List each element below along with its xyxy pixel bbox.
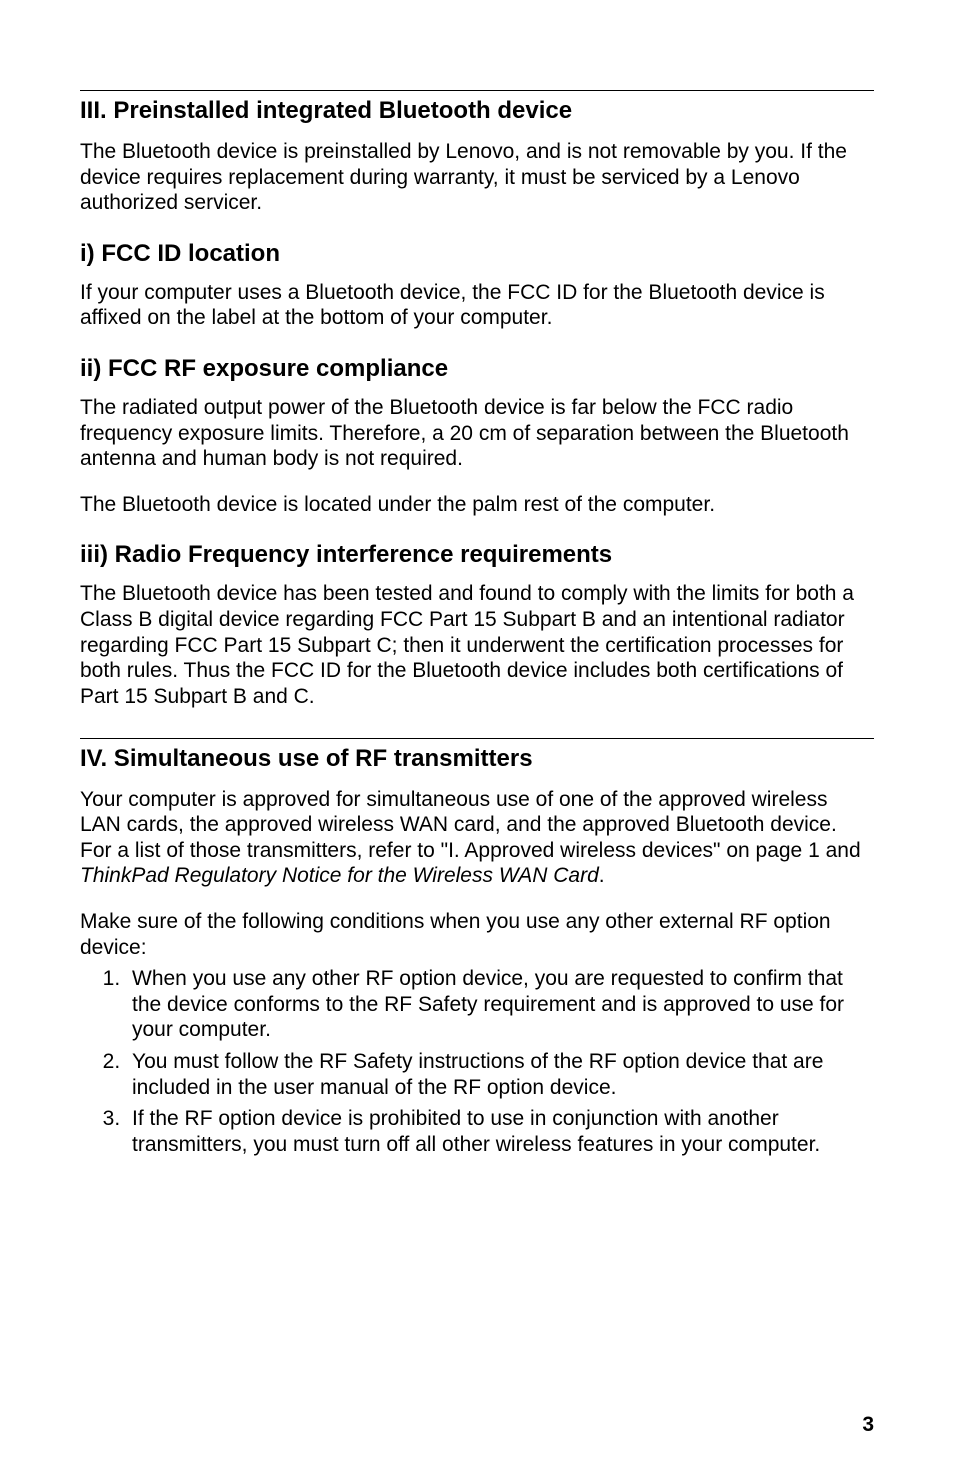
sub-iii-heading: iii) Radio Frequency interference requir…: [80, 541, 874, 569]
section-4-para-2: Make sure of the following conditions wh…: [80, 909, 874, 960]
sub-i-heading: i) FCC ID location: [80, 240, 874, 268]
sub-i-para: If your computer uses a Bluetooth device…: [80, 280, 874, 331]
list-item: If the RF option device is prohibited to…: [126, 1106, 874, 1157]
sub-ii-para-2: The Bluetooth device is located under th…: [80, 492, 874, 518]
sub-iii-para: The Bluetooth device has been tested and…: [80, 581, 874, 709]
conditions-list: When you use any other RF option device,…: [80, 966, 874, 1157]
page-number: 3: [862, 1413, 874, 1437]
sub-ii-para-1: The radiated output power of the Bluetoo…: [80, 395, 874, 472]
text-run: .: [599, 864, 605, 887]
italic-title: ThinkPad Regulatory Notice for the Wirel…: [80, 864, 599, 887]
section-4-heading: IV. Simultaneous use of RF transmitters: [80, 745, 874, 773]
section-3-para: The Bluetooth device is preinstalled by …: [80, 139, 874, 216]
list-item: You must follow the RF Safety instructio…: [126, 1049, 874, 1100]
sub-ii-heading: ii) FCC RF exposure compliance: [80, 355, 874, 383]
section-3-heading: III. Preinstalled integrated Bluetooth d…: [80, 97, 874, 125]
section-rule: [80, 738, 874, 739]
section-4-para-1: Your computer is approved for simultaneo…: [80, 787, 874, 889]
section-rule: [80, 90, 874, 91]
text-run: Your computer is approved for simultaneo…: [80, 788, 861, 862]
list-item: When you use any other RF option device,…: [126, 966, 874, 1043]
